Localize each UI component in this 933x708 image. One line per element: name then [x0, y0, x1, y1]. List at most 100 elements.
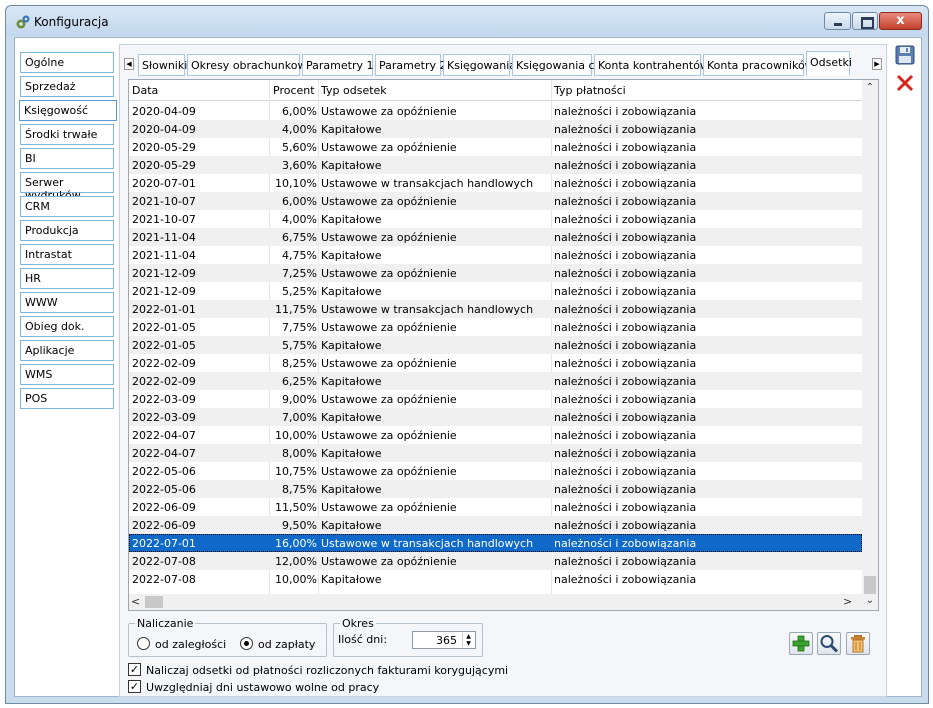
category-item[interactable]: Środki trwałe — [20, 124, 114, 145]
category-item[interactable]: Księgowość — [19, 100, 117, 121]
table-row[interactable]: 2022-03-09 9,00% Ustawowe za opóźnienie nal… — [129, 390, 862, 408]
table-row[interactable]: 2022-04-07 8,00% Kapitałowe należności i zo… — [129, 444, 862, 462]
category-item[interactable]: Sprzedaż — [20, 76, 114, 97]
table-row[interactable]: 2020-07-01 10,10% Ustawowe w transakcjach … — [129, 174, 862, 192]
radio-od-zaleglosci-label[interactable]: od zaległości — [155, 638, 226, 651]
category-item[interactable]: CRM — [20, 196, 114, 217]
table-row[interactable]: 2022-05-06 8,75% Kapitałowe należności i zo… — [129, 480, 862, 498]
table-row[interactable]: 2021-11-04 6,75% Ustawowe za opóźnienie nal… — [129, 228, 862, 246]
stepper-arrows-icon[interactable]: ▲ ▼ — [462, 633, 474, 647]
add-button[interactable] — [789, 632, 813, 655]
table-row[interactable]: 2022-07-08 10,00% Kapitałowe należności i z… — [129, 570, 862, 588]
category-item[interactable]: Obieg dok. — [20, 316, 114, 337]
tab[interactable]: Księgowania cd — [512, 54, 602, 76]
table-row[interactable]: 2020-04-09 4,00% Kapitałowe należności i zo… — [129, 120, 862, 138]
category-item[interactable]: WMS — [20, 364, 114, 385]
minimize-button[interactable] — [824, 12, 851, 30]
tab[interactable]: Parametry 1 — [302, 54, 373, 76]
delete-button[interactable] — [846, 632, 870, 655]
cell-percent: 6,25% — [282, 375, 317, 388]
scroll-thumb-horizontal[interactable] — [145, 596, 163, 608]
search-button[interactable] — [817, 632, 841, 655]
table-row[interactable]: 2022-01-05 5,75% Kapitałowe należności i zo… — [129, 336, 862, 354]
window-title: Konfiguracja — [34, 15, 109, 29]
maximize-button[interactable] — [852, 12, 878, 30]
category-item[interactable]: Aplikacje — [20, 340, 114, 361]
cell-percent: 8,75% — [282, 483, 317, 496]
scroll-thumb[interactable] — [864, 576, 876, 594]
cell-date: 2021-10-07 — [132, 195, 196, 208]
tab[interactable]: Księgowania — [443, 54, 516, 76]
tab-scroll-right-icon[interactable]: ▶ — [872, 58, 882, 70]
tab-scroll-left-icon[interactable]: ◀ — [124, 58, 134, 70]
scroll-left-icon[interactable]: < — [131, 595, 140, 608]
save-button[interactable] — [894, 44, 916, 66]
column-header-percent[interactable]: Procent — [273, 84, 315, 97]
table-row[interactable]: 2020-04-09 6,00% Ustawowe za opóźnienie nal… — [129, 102, 862, 120]
table-row[interactable]: 2021-10-07 6,00% Ustawowe za opóźnienie nal… — [129, 192, 862, 210]
radio-od-zaleglosci[interactable] — [137, 637, 150, 650]
table-row[interactable]: 2022-03-09 7,00% Kapitałowe należności i zo… — [129, 408, 862, 426]
cancel-button[interactable] — [894, 72, 916, 94]
tab[interactable]: Konta kontrahentów — [594, 54, 709, 76]
table-row[interactable]: 2020-05-29 3,60% Kapitałowe należności i zo… — [129, 156, 862, 174]
checkbox-dni-wolne[interactable]: ✓ — [128, 680, 141, 693]
table-row[interactable]: 2022-01-01 11,75% Ustawowe w transakcjach … — [129, 300, 862, 318]
cell-date: 2022-06-09 — [132, 501, 196, 514]
table-row[interactable]: 2022-06-09 11,50% Ustawowe za opóźnienie na… — [129, 498, 862, 516]
column-header-date[interactable]: Data — [132, 84, 158, 97]
tab[interactable]: Słowniki — [138, 54, 187, 76]
category-item[interactable]: Intrastat — [20, 244, 114, 265]
tab[interactable]: Odsetki — [806, 51, 852, 76]
close-button[interactable]: x — [879, 12, 922, 30]
cell-percent: 7,75% — [282, 321, 317, 334]
checkbox-dni-wolne-label[interactable]: Uwzględniaj dni ustawowo wolne od pracy — [146, 681, 379, 694]
category-item[interactable]: POS — [20, 388, 114, 409]
column-header-interest-type[interactable]: Typ odsetek — [321, 84, 387, 97]
category-item[interactable]: Produkcja — [20, 220, 114, 241]
title-bar[interactable]: Konfiguracja x — [6, 6, 928, 36]
table-row[interactable]: 2022-07-01 16,00% Ustawowe w transakcjach … — [129, 534, 862, 552]
category-item[interactable]: Ogólne — [20, 52, 114, 73]
interest-rates-grid[interactable]: Data Procent Typ odsetek Typ płatności 2… — [128, 79, 879, 611]
client-area: Ogólne Sprzedaż Księgowość Środki trwałe BI S… — [14, 37, 922, 697]
vertical-scrollbar[interactable]: ⌃ — [862, 80, 878, 594]
radio-od-zaplaty[interactable] — [240, 637, 253, 650]
scroll-down-icon[interactable]: ⌄ — [862, 595, 878, 606]
tab[interactable]: Parametry 2 — [375, 54, 446, 76]
config-window: Konfiguracja x Ogólne Sprzedaż Księgowość Ś… — [5, 5, 929, 704]
table-row[interactable]: 2022-05-06 10,75% Ustawowe za opóźnienie na… — [129, 462, 862, 480]
category-item[interactable]: Serwer wydruków — [20, 172, 114, 202]
table-row[interactable]: 2021-12-09 5,25% Kapitałowe należności i zo… — [129, 282, 862, 300]
scroll-right-icon[interactable]: > — [843, 595, 852, 608]
table-row[interactable]: 2022-02-09 6,25% Kapitałowe należności i zo… — [129, 372, 862, 390]
horizontal-scrollbar[interactable]: < > ⌄ — [129, 594, 878, 610]
table-row[interactable]: 2021-12-09 7,25% Ustawowe za opóźnienie nal… — [129, 264, 862, 282]
cell-percent: 10,75% — [275, 465, 317, 478]
category-item[interactable]: HR — [20, 268, 114, 289]
cell-interest-type: Ustawowe za opóźnienie — [321, 555, 457, 568]
table-row[interactable]: 2021-11-04 4,75% Kapitałowe należności i zo… — [129, 246, 862, 264]
scroll-up-icon[interactable]: ⌃ — [862, 82, 878, 96]
column-header-payment-type[interactable]: Typ płatności — [554, 84, 626, 97]
table-row[interactable]: 2022-07-08 12,00% Ustawowe za opóźnienie na… — [129, 552, 862, 570]
table-row[interactable]: 2021-10-07 4,00% Kapitałowe należności i zo… — [129, 210, 862, 228]
ilosc-dni-stepper[interactable]: 365 ▲ ▼ — [412, 631, 476, 649]
cell-percent: 4,00% — [282, 213, 317, 226]
category-item[interactable]: BI — [20, 148, 114, 169]
category-item[interactable]: WWW — [20, 292, 114, 313]
tab[interactable]: Okresy obrachunkowe — [187, 54, 313, 76]
checkbox-korekty[interactable]: ✓ — [128, 663, 141, 676]
cell-date: 2022-07-08 — [132, 573, 196, 586]
table-row[interactable]: 2022-04-07 10,00% Ustawowe za opóźnienie na… — [129, 426, 862, 444]
cell-payment-type: należności i zobowiązania — [554, 105, 697, 118]
radio-od-zaplaty-label[interactable]: od zapłaty — [258, 638, 315, 651]
cell-date: 2022-02-09 — [132, 357, 196, 370]
table-row[interactable]: 2022-01-05 7,75% Ustawowe za opóźnienie nal… — [129, 318, 862, 336]
table-row[interactable]: 2022-06-09 9,50% Kapitałowe należności i zo… — [129, 516, 862, 534]
cell-payment-type: należności i zobowiązania — [554, 447, 697, 460]
table-row[interactable]: 2020-05-29 5,60% Ustawowe za opóźnienie nal… — [129, 138, 862, 156]
tab[interactable]: Konta pracowników — [703, 54, 814, 76]
checkbox-korekty-label[interactable]: Naliczaj odsetki od płatności rozliczony… — [146, 664, 508, 677]
table-row[interactable]: 2022-02-09 8,25% Ustawowe za opóźnienie nal… — [129, 354, 862, 372]
